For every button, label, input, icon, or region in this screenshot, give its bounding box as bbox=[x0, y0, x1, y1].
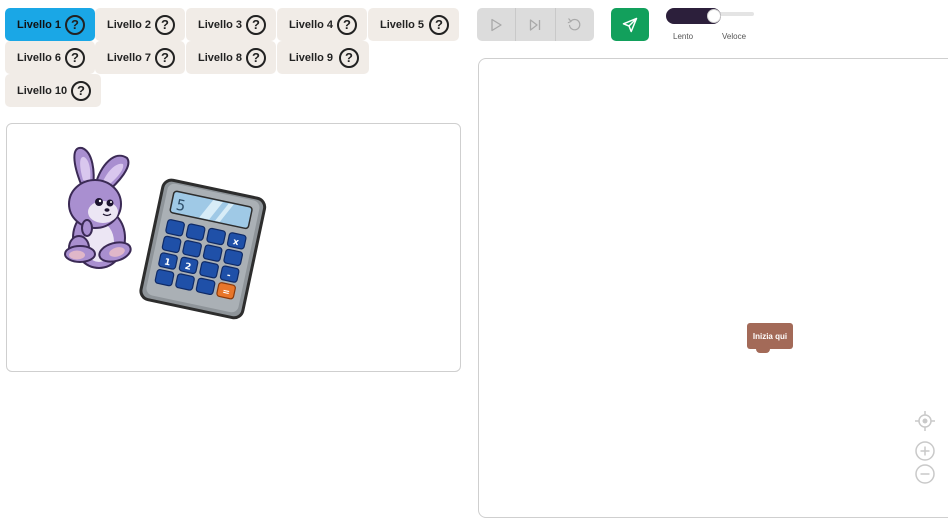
send-button[interactable] bbox=[611, 8, 649, 41]
help-icon[interactable]: ? bbox=[246, 14, 266, 35]
center-icon bbox=[915, 411, 935, 431]
speed-handle[interactable] bbox=[707, 9, 721, 23]
send-icon bbox=[622, 17, 638, 32]
zoom-out-icon bbox=[915, 464, 935, 484]
tab-level-6[interactable]: Livello 6 ? bbox=[5, 41, 95, 74]
tab-level-label: Livello 8 bbox=[198, 51, 243, 64]
start-block[interactable]: Inizia qui bbox=[747, 323, 793, 353]
block-workspace[interactable] bbox=[478, 58, 948, 518]
scene-panel: 5 x 1 2 - = bbox=[6, 123, 461, 372]
tab-level-label: Livello 9 bbox=[289, 51, 334, 64]
help-icon[interactable]: ? bbox=[155, 14, 175, 35]
recenter-button[interactable] bbox=[914, 410, 936, 432]
help-icon[interactable]: ? bbox=[65, 14, 85, 35]
tab-level-5[interactable]: Livello 5 ? bbox=[368, 8, 459, 41]
tab-level-label: Livello 5 bbox=[380, 18, 425, 31]
tab-level-8[interactable]: Livello 8 ? bbox=[186, 41, 276, 74]
speed-slow-label: Lento bbox=[673, 32, 694, 41]
help-icon[interactable]: ? bbox=[155, 47, 175, 68]
tab-level-3[interactable]: Livello 3 ? bbox=[186, 8, 276, 41]
tab-level-label: Livello 1 bbox=[17, 18, 62, 31]
tab-level-label: Livello 7 bbox=[107, 51, 152, 64]
tab-level-2[interactable]: Livello 2 ? bbox=[95, 8, 185, 41]
run-button[interactable] bbox=[477, 8, 517, 41]
tab-level-label: Livello 3 bbox=[198, 18, 243, 31]
run-controls bbox=[477, 8, 594, 41]
tab-level-label: Livello 4 bbox=[289, 18, 334, 31]
calculator-object: 5 x 1 2 - = bbox=[139, 178, 267, 320]
tab-level-label: Livello 6 bbox=[17, 51, 62, 64]
tab-level-label: Livello 10 bbox=[17, 84, 68, 97]
help-icon[interactable]: ? bbox=[339, 47, 359, 68]
tab-level-9[interactable]: Livello 9 ? bbox=[277, 41, 369, 74]
tab-level-7[interactable]: Livello 7 ? bbox=[95, 41, 185, 74]
help-icon[interactable]: ? bbox=[246, 47, 266, 68]
play-icon bbox=[491, 18, 502, 31]
tab-level-10[interactable]: Livello 10 ? bbox=[5, 74, 101, 107]
help-icon[interactable]: ? bbox=[65, 47, 85, 68]
zoom-out-button[interactable] bbox=[914, 463, 936, 485]
tab-level-label: Livello 2 bbox=[107, 18, 152, 31]
help-icon[interactable]: ? bbox=[337, 14, 357, 35]
reset-button[interactable] bbox=[556, 8, 594, 41]
help-icon[interactable]: ? bbox=[71, 80, 91, 101]
reset-icon bbox=[568, 18, 581, 31]
step-forward-icon bbox=[530, 18, 541, 31]
zoom-in-button[interactable] bbox=[914, 440, 936, 462]
speed-fast-label: Veloce bbox=[722, 32, 747, 41]
zoom-in-icon bbox=[915, 441, 935, 461]
step-button[interactable] bbox=[516, 8, 556, 41]
help-icon[interactable]: ? bbox=[429, 14, 449, 35]
scene-canvas: 5 x 1 2 - = bbox=[64, 146, 267, 320]
bunny-character bbox=[64, 146, 132, 269]
speed-slider[interactable]: Lento Veloce bbox=[666, 8, 758, 44]
tab-level-4[interactable]: Livello 4 ? bbox=[277, 8, 367, 41]
tab-level-1[interactable]: Livello 1 ? bbox=[5, 8, 95, 41]
